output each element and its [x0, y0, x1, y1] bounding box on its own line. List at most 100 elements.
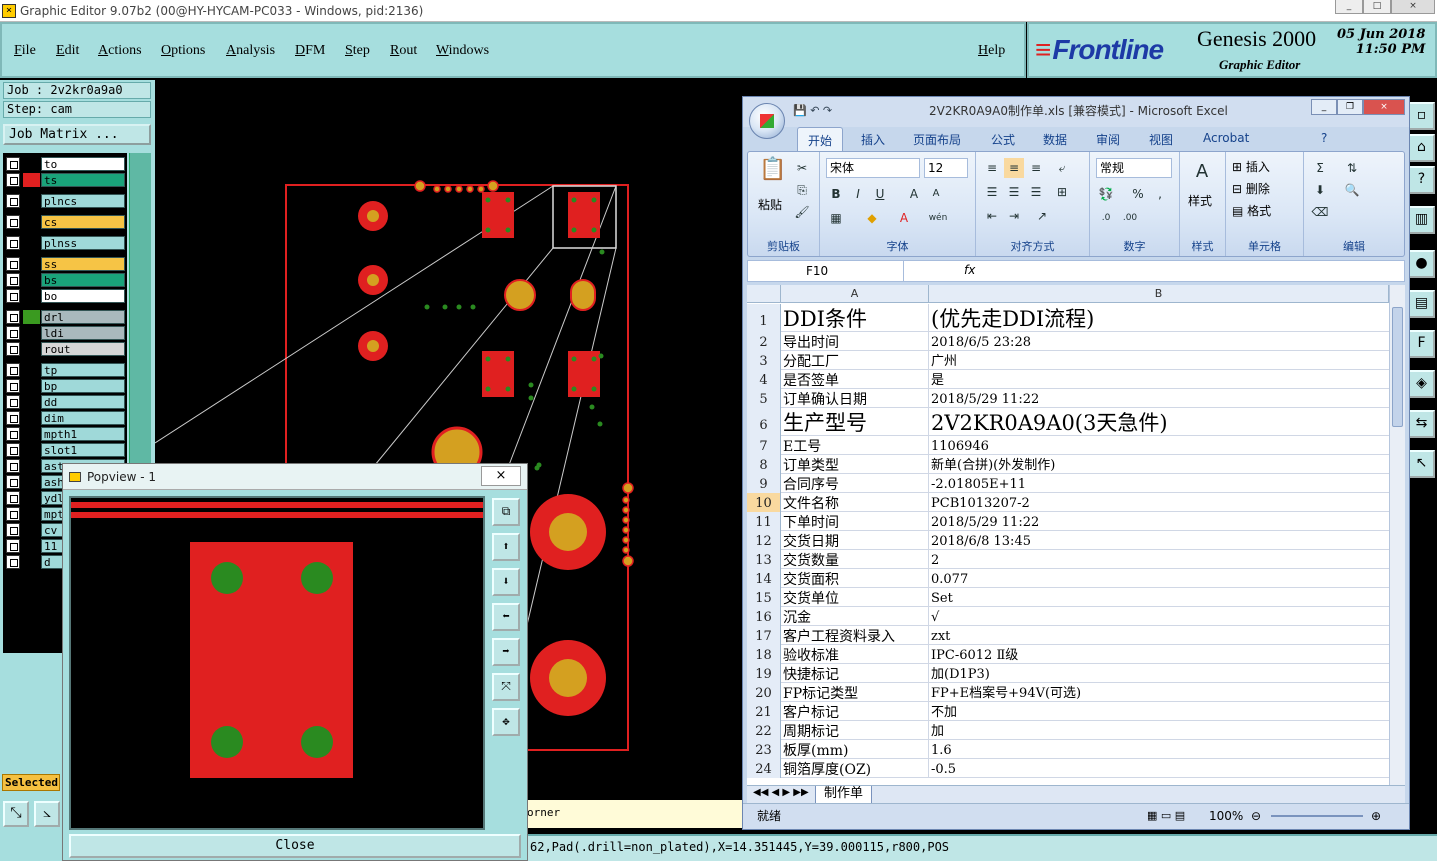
layer-name[interactable]: dd [41, 395, 125, 409]
row-header[interactable]: 18 [747, 645, 781, 664]
layer-color-swatch[interactable] [23, 257, 40, 271]
popview-pan-right-icon[interactable]: ➡ [492, 638, 520, 666]
cell-a[interactable]: 客户工程资料录入 [781, 626, 929, 645]
layer-row[interactable]: to [6, 157, 126, 171]
layer-color-swatch[interactable] [23, 310, 40, 324]
right-tool-4[interactable]: ▥ [1408, 206, 1435, 234]
align-top-icon[interactable]: ≡ [982, 158, 1002, 178]
zoom-slider[interactable] [1271, 815, 1363, 817]
save-icon[interactable]: 💾 [793, 104, 807, 117]
cell-b[interactable]: PCB1013207-2 [929, 493, 1389, 512]
cell-b[interactable]: √ [929, 607, 1389, 626]
styles-icon[interactable]: A [1192, 162, 1212, 182]
layer-name[interactable]: to [41, 157, 125, 171]
row-header[interactable]: 11 [747, 512, 781, 531]
layer-checkbox[interactable] [6, 475, 20, 489]
layer-color-swatch[interactable] [23, 523, 40, 537]
maximize-button[interactable]: □ [1363, 0, 1391, 14]
excel-close-button[interactable]: × [1363, 99, 1405, 115]
layer-row[interactable]: tp [6, 363, 126, 377]
increase-indent-icon[interactable]: ⇥ [1004, 206, 1024, 226]
layer-name[interactable]: mpth1 [41, 427, 125, 441]
row-header[interactable]: 12 [747, 531, 781, 550]
row-header[interactable]: 20 [747, 683, 781, 702]
cell-a[interactable]: 是否签单 [781, 370, 929, 389]
menu-actions[interactable]: Actions [98, 43, 142, 59]
layer-color-swatch[interactable] [23, 273, 40, 287]
cell-a[interactable]: FP标记类型 [781, 683, 929, 702]
cell-b[interactable]: 是 [929, 370, 1389, 389]
zoom-out-icon[interactable]: ⊖ [1251, 804, 1261, 828]
cell-a[interactable]: E工号 [781, 436, 929, 455]
layer-color-swatch[interactable] [23, 427, 40, 441]
format-cells-button[interactable]: ▤ 格式 [1232, 202, 1271, 219]
select-tool-icon[interactable]: ⤡ [3, 801, 29, 827]
insert-cells-button[interactable]: ⊞ 插入 [1232, 158, 1270, 175]
layer-name[interactable]: drl [41, 310, 125, 324]
layer-color-swatch[interactable] [23, 215, 40, 229]
right-tool-6[interactable]: ▤ [1408, 290, 1435, 318]
cell-a[interactable]: 合同序号 [781, 474, 929, 493]
popview-expand-icon[interactable]: ✥ [492, 708, 520, 736]
layer-color-swatch[interactable] [23, 555, 40, 569]
cell-b[interactable]: 2018/6/5 23:28 [929, 332, 1389, 351]
layer-name[interactable]: slot1 [41, 443, 125, 457]
cell-b[interactable]: zxt [929, 626, 1389, 645]
cell-a[interactable]: 订单确认日期 [781, 389, 929, 408]
row-header[interactable]: 21 [747, 702, 781, 721]
row-header[interactable]: 22 [747, 721, 781, 740]
cell-b[interactable]: 2018/6/8 13:45 [929, 531, 1389, 550]
cell-b[interactable]: 1106946 [929, 436, 1389, 455]
cell-a[interactable]: 交货日期 [781, 531, 929, 550]
cell-b[interactable]: 加(D1P3) [929, 664, 1389, 683]
layer-name[interactable]: cs [41, 215, 125, 229]
align-bottom-icon[interactable]: ≡ [1026, 158, 1046, 178]
font-name-select[interactable]: 宋体 [826, 158, 920, 178]
sort-filter-icon[interactable]: ⇅ [1342, 158, 1362, 178]
row-header[interactable]: 17 [747, 626, 781, 645]
font-size-select[interactable]: 12 [924, 158, 968, 178]
layer-checkbox[interactable] [6, 342, 20, 356]
minimize-button[interactable]: _ [1335, 0, 1363, 14]
close-window-button[interactable]: × [1391, 0, 1435, 14]
cell-b[interactable]: FP+E档案号+94V(可选) [929, 683, 1389, 702]
clear-icon[interactable]: ⌫ [1310, 202, 1330, 222]
paste-label[interactable]: 粘贴 [758, 196, 782, 213]
layer-checkbox[interactable] [6, 326, 20, 340]
popview-pan-down-icon[interactable]: ⬇ [492, 568, 520, 596]
cell-a[interactable]: 导出时间 [781, 332, 929, 351]
row-header[interactable]: 19 [747, 664, 781, 683]
phonetic-icon[interactable]: wén [928, 208, 948, 228]
layer-row[interactable]: plnss [6, 236, 126, 250]
styles-label[interactable]: 样式 [1188, 192, 1212, 209]
layer-name[interactable]: bp [41, 379, 125, 393]
layer-color-swatch[interactable] [23, 539, 40, 553]
cut-icon[interactable]: ✂ [792, 158, 812, 178]
grow-font-icon[interactable]: A [904, 184, 924, 204]
ribbon-help-icon[interactable]: ? [1321, 131, 1327, 145]
row-header[interactable]: 16 [747, 607, 781, 626]
font-color-icon[interactable]: A [894, 208, 914, 228]
cell-b[interactable]: 2018/5/29 11:22 [929, 389, 1389, 408]
cell-b[interactable]: 1.6 [929, 740, 1389, 759]
layer-checkbox[interactable] [6, 395, 20, 409]
layer-color-swatch[interactable] [23, 379, 40, 393]
layer-row[interactable]: ts [6, 173, 126, 187]
zoom-in-icon[interactable]: ⊕ [1371, 804, 1381, 828]
row-header[interactable]: 13 [747, 550, 781, 569]
fill-icon[interactable]: ⬇ [1310, 180, 1330, 200]
column-header-b[interactable]: B [929, 285, 1389, 303]
align-center-icon[interactable]: ☰ [1004, 182, 1024, 202]
right-tool-2[interactable]: ⌂ [1408, 134, 1435, 162]
layer-checkbox[interactable] [6, 555, 20, 569]
cell-a[interactable]: 铜箔厚度(OZ) [781, 759, 929, 778]
cell-b[interactable]: IPC-6012 Ⅱ级 [929, 645, 1389, 664]
right-tool-9[interactable]: ⇆ [1408, 410, 1435, 438]
cell-a[interactable]: 订单类型 [781, 455, 929, 474]
layer-color-swatch[interactable] [23, 326, 40, 340]
tab-view[interactable]: 视图 [1149, 131, 1173, 148]
cell-a[interactable]: 快捷标记 [781, 664, 929, 683]
layer-name[interactable]: plnss [41, 236, 125, 250]
column-header-a[interactable]: A [781, 285, 929, 303]
layer-color-swatch[interactable] [23, 459, 40, 473]
